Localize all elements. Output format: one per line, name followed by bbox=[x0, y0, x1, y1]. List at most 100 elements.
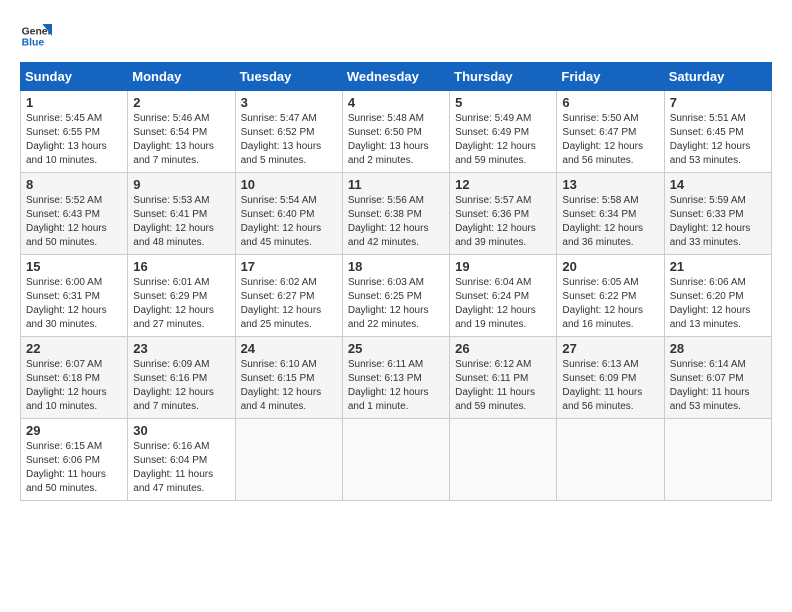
day-detail: Sunrise: 5:51 AM Sunset: 6:45 PM Dayligh… bbox=[670, 112, 766, 168]
calendar-cell: 14 Sunrise: 5:59 AM Sunset: 6:33 PM Dayl… bbox=[664, 173, 771, 255]
day-detail: Sunrise: 6:12 AM Sunset: 6:11 PM Dayligh… bbox=[455, 358, 551, 414]
calendar-week-row: 1 Sunrise: 5:45 AM Sunset: 6:55 PM Dayli… bbox=[21, 91, 772, 173]
day-number: 30 bbox=[133, 423, 229, 438]
day-detail: Sunrise: 6:13 AM Sunset: 6:09 PM Dayligh… bbox=[562, 358, 658, 414]
calendar-cell: 5 Sunrise: 5:49 AM Sunset: 6:49 PM Dayli… bbox=[450, 91, 557, 173]
day-number: 23 bbox=[133, 341, 229, 356]
calendar-table: Sunday Monday Tuesday Wednesday Thursday… bbox=[20, 62, 772, 501]
calendar-cell: 18 Sunrise: 6:03 AM Sunset: 6:25 PM Dayl… bbox=[342, 255, 449, 337]
svg-text:Blue: Blue bbox=[22, 38, 45, 49]
day-detail: Sunrise: 5:58 AM Sunset: 6:34 PM Dayligh… bbox=[562, 194, 658, 250]
calendar-cell: 7 Sunrise: 5:51 AM Sunset: 6:45 PM Dayli… bbox=[664, 91, 771, 173]
day-number: 14 bbox=[670, 177, 766, 192]
day-number: 16 bbox=[133, 259, 229, 274]
day-number: 24 bbox=[241, 341, 337, 356]
calendar-cell: 6 Sunrise: 5:50 AM Sunset: 6:47 PM Dayli… bbox=[557, 91, 664, 173]
calendar-cell: 8 Sunrise: 5:52 AM Sunset: 6:43 PM Dayli… bbox=[21, 173, 128, 255]
calendar-cell: 20 Sunrise: 6:05 AM Sunset: 6:22 PM Dayl… bbox=[557, 255, 664, 337]
header-wednesday: Wednesday bbox=[342, 63, 449, 91]
day-detail: Sunrise: 5:57 AM Sunset: 6:36 PM Dayligh… bbox=[455, 194, 551, 250]
calendar-cell bbox=[557, 419, 664, 501]
day-number: 25 bbox=[348, 341, 444, 356]
day-number: 11 bbox=[348, 177, 444, 192]
header-friday: Friday bbox=[557, 63, 664, 91]
day-detail: Sunrise: 5:54 AM Sunset: 6:40 PM Dayligh… bbox=[241, 194, 337, 250]
day-number: 22 bbox=[26, 341, 122, 356]
day-detail: Sunrise: 6:02 AM Sunset: 6:27 PM Dayligh… bbox=[241, 276, 337, 332]
day-detail: Sunrise: 5:50 AM Sunset: 6:47 PM Dayligh… bbox=[562, 112, 658, 168]
logo-icon: General Blue bbox=[20, 20, 52, 52]
day-number: 2 bbox=[133, 95, 229, 110]
day-detail: Sunrise: 6:05 AM Sunset: 6:22 PM Dayligh… bbox=[562, 276, 658, 332]
calendar-cell: 1 Sunrise: 5:45 AM Sunset: 6:55 PM Dayli… bbox=[21, 91, 128, 173]
calendar-cell: 22 Sunrise: 6:07 AM Sunset: 6:18 PM Dayl… bbox=[21, 337, 128, 419]
day-number: 4 bbox=[348, 95, 444, 110]
calendar-cell: 17 Sunrise: 6:02 AM Sunset: 6:27 PM Dayl… bbox=[235, 255, 342, 337]
day-detail: Sunrise: 6:06 AM Sunset: 6:20 PM Dayligh… bbox=[670, 276, 766, 332]
day-number: 9 bbox=[133, 177, 229, 192]
day-detail: Sunrise: 5:56 AM Sunset: 6:38 PM Dayligh… bbox=[348, 194, 444, 250]
calendar-cell: 26 Sunrise: 6:12 AM Sunset: 6:11 PM Dayl… bbox=[450, 337, 557, 419]
day-number: 26 bbox=[455, 341, 551, 356]
calendar-cell: 21 Sunrise: 6:06 AM Sunset: 6:20 PM Dayl… bbox=[664, 255, 771, 337]
day-number: 10 bbox=[241, 177, 337, 192]
calendar-cell: 11 Sunrise: 5:56 AM Sunset: 6:38 PM Dayl… bbox=[342, 173, 449, 255]
calendar-week-row: 22 Sunrise: 6:07 AM Sunset: 6:18 PM Dayl… bbox=[21, 337, 772, 419]
day-number: 29 bbox=[26, 423, 122, 438]
day-number: 19 bbox=[455, 259, 551, 274]
day-number: 3 bbox=[241, 95, 337, 110]
day-number: 15 bbox=[26, 259, 122, 274]
day-detail: Sunrise: 5:46 AM Sunset: 6:54 PM Dayligh… bbox=[133, 112, 229, 168]
day-detail: Sunrise: 6:04 AM Sunset: 6:24 PM Dayligh… bbox=[455, 276, 551, 332]
calendar-cell: 12 Sunrise: 5:57 AM Sunset: 6:36 PM Dayl… bbox=[450, 173, 557, 255]
day-number: 28 bbox=[670, 341, 766, 356]
day-detail: Sunrise: 6:07 AM Sunset: 6:18 PM Dayligh… bbox=[26, 358, 122, 414]
day-detail: Sunrise: 6:15 AM Sunset: 6:06 PM Dayligh… bbox=[26, 440, 122, 496]
calendar-cell bbox=[664, 419, 771, 501]
day-detail: Sunrise: 6:01 AM Sunset: 6:29 PM Dayligh… bbox=[133, 276, 229, 332]
day-number: 12 bbox=[455, 177, 551, 192]
page-header: General Blue bbox=[20, 20, 772, 52]
calendar-cell bbox=[450, 419, 557, 501]
day-detail: Sunrise: 5:47 AM Sunset: 6:52 PM Dayligh… bbox=[241, 112, 337, 168]
day-detail: Sunrise: 6:10 AM Sunset: 6:15 PM Dayligh… bbox=[241, 358, 337, 414]
logo: General Blue bbox=[20, 20, 56, 52]
day-detail: Sunrise: 6:09 AM Sunset: 6:16 PM Dayligh… bbox=[133, 358, 229, 414]
day-number: 21 bbox=[670, 259, 766, 274]
calendar-cell: 23 Sunrise: 6:09 AM Sunset: 6:16 PM Dayl… bbox=[128, 337, 235, 419]
day-detail: Sunrise: 5:53 AM Sunset: 6:41 PM Dayligh… bbox=[133, 194, 229, 250]
day-number: 8 bbox=[26, 177, 122, 192]
day-detail: Sunrise: 6:11 AM Sunset: 6:13 PM Dayligh… bbox=[348, 358, 444, 414]
calendar-cell: 13 Sunrise: 5:58 AM Sunset: 6:34 PM Dayl… bbox=[557, 173, 664, 255]
calendar-cell: 9 Sunrise: 5:53 AM Sunset: 6:41 PM Dayli… bbox=[128, 173, 235, 255]
day-detail: Sunrise: 6:14 AM Sunset: 6:07 PM Dayligh… bbox=[670, 358, 766, 414]
calendar-week-row: 8 Sunrise: 5:52 AM Sunset: 6:43 PM Dayli… bbox=[21, 173, 772, 255]
day-number: 13 bbox=[562, 177, 658, 192]
day-detail: Sunrise: 5:49 AM Sunset: 6:49 PM Dayligh… bbox=[455, 112, 551, 168]
header-monday: Monday bbox=[128, 63, 235, 91]
calendar-cell: 30 Sunrise: 6:16 AM Sunset: 6:04 PM Dayl… bbox=[128, 419, 235, 501]
day-number: 7 bbox=[670, 95, 766, 110]
day-detail: Sunrise: 5:59 AM Sunset: 6:33 PM Dayligh… bbox=[670, 194, 766, 250]
calendar-cell: 4 Sunrise: 5:48 AM Sunset: 6:50 PM Dayli… bbox=[342, 91, 449, 173]
calendar-cell: 3 Sunrise: 5:47 AM Sunset: 6:52 PM Dayli… bbox=[235, 91, 342, 173]
calendar-cell: 24 Sunrise: 6:10 AM Sunset: 6:15 PM Dayl… bbox=[235, 337, 342, 419]
calendar-cell: 28 Sunrise: 6:14 AM Sunset: 6:07 PM Dayl… bbox=[664, 337, 771, 419]
calendar-week-row: 29 Sunrise: 6:15 AM Sunset: 6:06 PM Dayl… bbox=[21, 419, 772, 501]
calendar-cell: 27 Sunrise: 6:13 AM Sunset: 6:09 PM Dayl… bbox=[557, 337, 664, 419]
calendar-cell: 25 Sunrise: 6:11 AM Sunset: 6:13 PM Dayl… bbox=[342, 337, 449, 419]
day-number: 5 bbox=[455, 95, 551, 110]
calendar-cell: 10 Sunrise: 5:54 AM Sunset: 6:40 PM Dayl… bbox=[235, 173, 342, 255]
day-number: 20 bbox=[562, 259, 658, 274]
header-saturday: Saturday bbox=[664, 63, 771, 91]
day-detail: Sunrise: 5:45 AM Sunset: 6:55 PM Dayligh… bbox=[26, 112, 122, 168]
calendar-cell: 19 Sunrise: 6:04 AM Sunset: 6:24 PM Dayl… bbox=[450, 255, 557, 337]
calendar-cell: 15 Sunrise: 6:00 AM Sunset: 6:31 PM Dayl… bbox=[21, 255, 128, 337]
day-number: 18 bbox=[348, 259, 444, 274]
header-sunday: Sunday bbox=[21, 63, 128, 91]
header-thursday: Thursday bbox=[450, 63, 557, 91]
calendar-cell: 2 Sunrise: 5:46 AM Sunset: 6:54 PM Dayli… bbox=[128, 91, 235, 173]
calendar-cell: 29 Sunrise: 6:15 AM Sunset: 6:06 PM Dayl… bbox=[21, 419, 128, 501]
day-detail: Sunrise: 5:52 AM Sunset: 6:43 PM Dayligh… bbox=[26, 194, 122, 250]
calendar-week-row: 15 Sunrise: 6:00 AM Sunset: 6:31 PM Dayl… bbox=[21, 255, 772, 337]
